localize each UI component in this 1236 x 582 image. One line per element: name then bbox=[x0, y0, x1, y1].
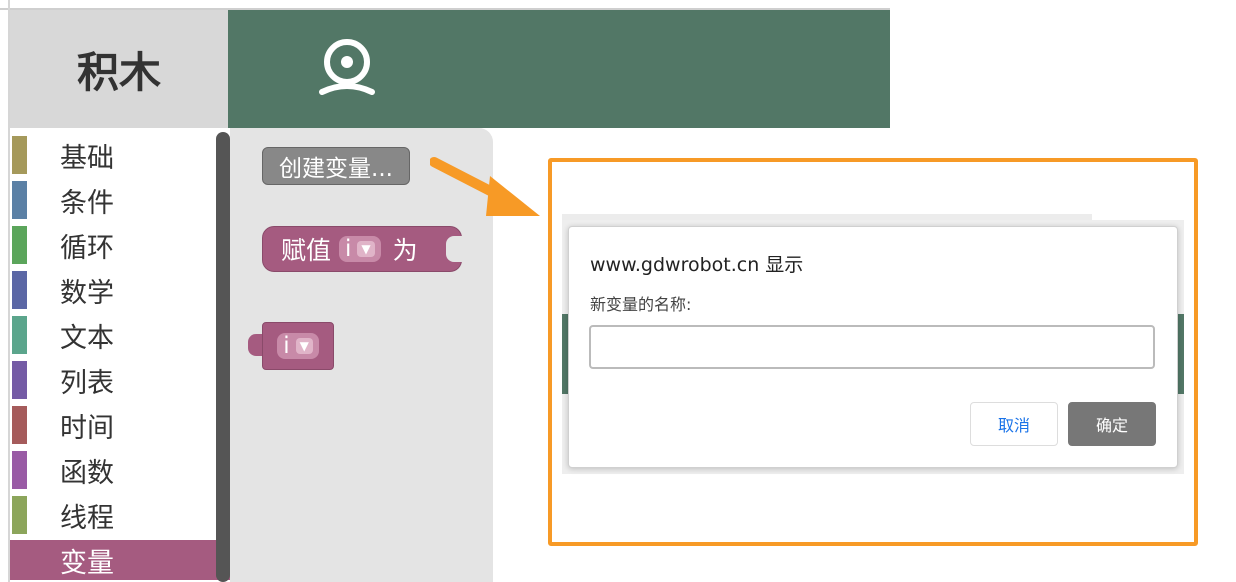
assign-prefix: 赋值 bbox=[281, 236, 332, 265]
pointer-arrow-icon bbox=[430, 157, 540, 216]
variable-getter-block[interactable]: i ▼ bbox=[262, 322, 334, 370]
category-label: 列表 bbox=[60, 367, 114, 399]
category-color-swatch bbox=[12, 226, 27, 264]
toolbox-category[interactable]: 变量 bbox=[10, 540, 230, 580]
toolbox-category[interactable]: 线程 bbox=[10, 495, 230, 535]
variable-name: i bbox=[345, 236, 352, 262]
variable-dropdown[interactable]: i ▼ bbox=[339, 236, 381, 262]
category-label: 线程 bbox=[60, 502, 114, 534]
category-color-swatch bbox=[12, 361, 27, 399]
dialog-title: www.gdwrobot.cn 显示 bbox=[590, 254, 804, 276]
variable-dropdown-getter[interactable]: i ▼ bbox=[277, 333, 319, 359]
category-color-swatch bbox=[12, 271, 27, 309]
toolbox-category[interactable]: 循环 bbox=[10, 225, 230, 265]
toolbox-category[interactable]: 数学 bbox=[10, 270, 230, 310]
dialog-message: 新变量的名称: bbox=[590, 295, 692, 314]
category-color-swatch bbox=[12, 451, 27, 489]
toolbox-category[interactable]: 条件 bbox=[10, 180, 230, 220]
category-color-swatch bbox=[12, 181, 27, 219]
dropdown-arrow-icon: ▼ bbox=[295, 338, 313, 354]
category-color-swatch bbox=[12, 136, 27, 174]
toolbox-category[interactable]: 文本 bbox=[10, 315, 230, 355]
category-color-swatch bbox=[12, 406, 27, 444]
category-label: 文本 bbox=[60, 322, 114, 354]
cancel-label: 取消 bbox=[997, 416, 1030, 435]
category-color-swatch bbox=[12, 541, 27, 579]
category-label: 条件 bbox=[60, 187, 114, 219]
category-label: 函数 bbox=[60, 457, 114, 489]
cancel-button[interactable]: 取消 bbox=[970, 402, 1058, 446]
ok-label: 确定 bbox=[1095, 416, 1128, 435]
category-color-swatch bbox=[12, 496, 27, 534]
variable-name-getter: i bbox=[283, 333, 290, 359]
assign-suffix: 为 bbox=[392, 236, 418, 265]
create-variable-button[interactable]: 创建变量... bbox=[262, 147, 410, 185]
toolbox-category[interactable]: 时间 bbox=[10, 405, 230, 445]
tab-blocks[interactable]: 积木 bbox=[10, 10, 228, 128]
toolbox-category[interactable]: 函数 bbox=[10, 450, 230, 490]
toolbox: 基础条件循环数学文本列表时间函数线程变量 bbox=[10, 128, 230, 582]
webcam-icon[interactable] bbox=[316, 38, 378, 96]
toolbox-category[interactable]: 列表 bbox=[10, 360, 230, 400]
category-label: 数学 bbox=[60, 277, 114, 309]
toolbox-scrollbar[interactable] bbox=[216, 132, 230, 582]
toolbox-category[interactable]: 基础 bbox=[10, 135, 230, 175]
create-variable-label: 创建变量... bbox=[279, 156, 393, 182]
category-label: 基础 bbox=[60, 142, 114, 174]
assign-variable-block[interactable]: 赋值 i ▼ 为 bbox=[262, 226, 462, 272]
category-color-swatch bbox=[12, 316, 27, 354]
category-label: 循环 bbox=[60, 232, 114, 264]
variable-name-input[interactable] bbox=[589, 325, 1155, 369]
tab-blocks-label: 积木 bbox=[76, 47, 161, 97]
ok-button[interactable]: 确定 bbox=[1068, 402, 1156, 446]
category-label: 时间 bbox=[60, 412, 114, 444]
block-notch bbox=[446, 236, 462, 262]
category-label: 变量 bbox=[60, 547, 114, 579]
dropdown-arrow-icon: ▼ bbox=[357, 241, 375, 257]
